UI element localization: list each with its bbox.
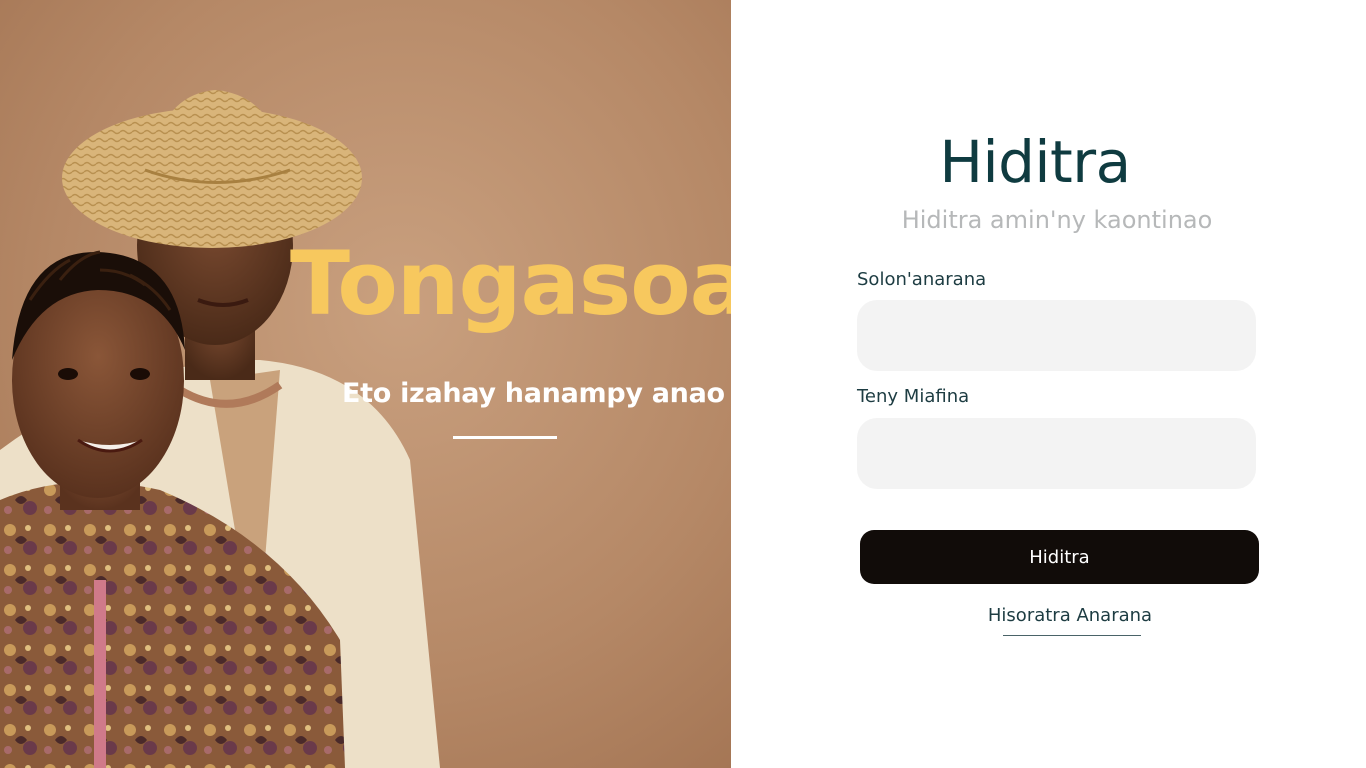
login-page: Tongasoa Eto izahay hanampy anao Hiditra… xyxy=(0,0,1366,768)
login-button[interactable]: Hiditra xyxy=(860,530,1259,584)
username-label: Solon'anarana xyxy=(857,269,987,290)
password-label: Teny Miafina xyxy=(857,386,970,407)
form-title: Hiditra xyxy=(939,128,1131,196)
hero-title: Tongasoa xyxy=(290,232,731,335)
register-link[interactable]: Hisoratra Anarana xyxy=(731,605,1366,626)
login-form-panel: Hiditra Hiditra amin'ny kaontinao Solon'… xyxy=(731,0,1366,768)
password-input[interactable] xyxy=(857,418,1256,489)
hero-subtitle: Eto izahay hanampy anao xyxy=(342,378,725,409)
hero-panel: Tongasoa Eto izahay hanampy anao xyxy=(0,0,731,768)
username-input[interactable] xyxy=(857,300,1256,371)
form-subtitle: Hiditra amin'ny kaontinao xyxy=(901,206,1213,234)
hero-divider xyxy=(453,436,557,439)
register-link-underline xyxy=(1003,635,1141,636)
